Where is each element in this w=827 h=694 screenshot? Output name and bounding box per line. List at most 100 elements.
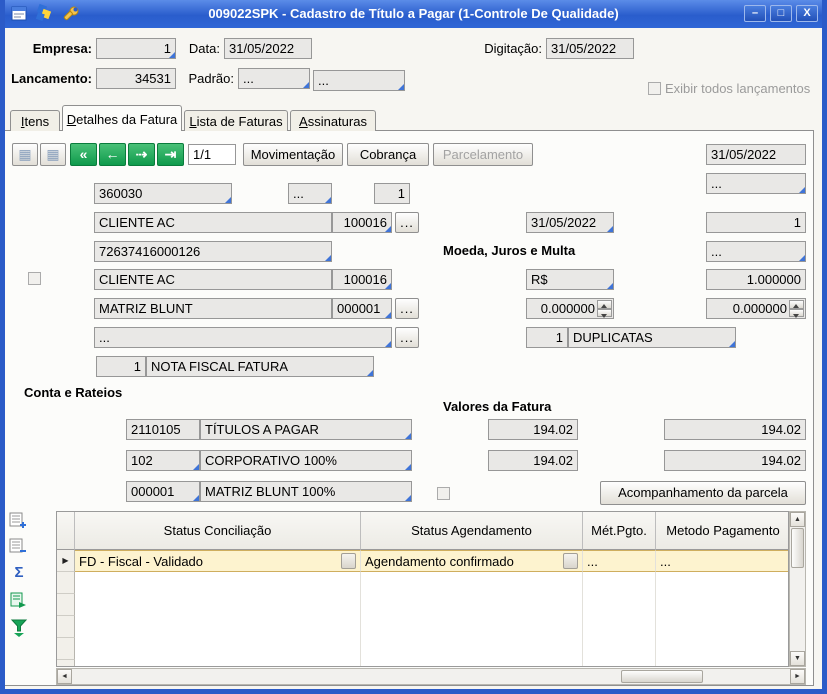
dados-arrecadacao-field[interactable]: ... <box>706 241 806 262</box>
cell-status-conciliacao[interactable]: FD - Fiscal - Validado <box>75 550 361 572</box>
grid-view-button[interactable]: ▦ <box>12 143 38 166</box>
tipo-doc-code-field[interactable]: 1 <box>526 327 568 348</box>
cnpj-field[interactable]: 72637416000126 <box>94 241 332 262</box>
last-record-button[interactable]: ⇥ <box>157 143 184 166</box>
cell-metodo-pagamento[interactable]: ... <box>656 550 789 572</box>
moeda-field[interactable]: R$ <box>526 269 614 290</box>
saldo-rs-field[interactable]: 194.02 <box>664 450 806 471</box>
horizontal-scroll-thumb[interactable] <box>621 670 703 683</box>
cambio-emissao-field[interactable]: 1.000000 <box>706 269 806 290</box>
cell-met-pgto[interactable]: ... <box>583 550 656 572</box>
sacado-field[interactable]: CLIENTE AC <box>94 269 332 290</box>
documento-lookup-button[interactable]: ... <box>395 327 419 348</box>
new-record-icon[interactable] <box>8 510 28 530</box>
dropdown-button[interactable] <box>563 553 578 569</box>
especie-serie-field[interactable]: NOTA FISCAL FATURA <box>146 356 374 377</box>
item-field[interactable]: 1 <box>374 183 410 204</box>
conta-field[interactable]: TÍTULOS A PAGAR <box>200 419 412 440</box>
serie-field[interactable]: ... <box>288 183 332 204</box>
documento-field[interactable]: ... <box>94 327 392 348</box>
empty-cell <box>656 638 789 660</box>
sacado-checkbox[interactable] <box>28 272 41 285</box>
movimentacao-button[interactable]: Movimentação <box>243 143 343 166</box>
tipo-doc-field[interactable]: DUPLICATAS <box>568 327 736 348</box>
col-status-agendamento[interactable]: Status Agendamento <box>361 512 583 550</box>
paste-record-icon[interactable] <box>8 590 28 610</box>
filial-rateio-code-field[interactable]: 000001 <box>126 481 200 502</box>
cell-status-agendamento[interactable]: Agendamento confirmado <box>361 550 583 572</box>
multa-field[interactable]: 0.000000 <box>706 298 806 319</box>
card-view-button[interactable]: ▦ <box>40 143 66 166</box>
table-row[interactable]: ▶ FD - Fiscal - Validado Agendamento con… <box>57 550 788 572</box>
padrao-field-1[interactable]: ... <box>238 68 310 89</box>
tab-assinaturas[interactable]: Assinaturas <box>290 110 376 131</box>
juros-spinner[interactable] <box>597 300 612 317</box>
exibir-todos-checkbox[interactable] <box>648 82 661 95</box>
orig-rs-field[interactable]: 194.02 <box>664 419 806 440</box>
especie-serie-code-field[interactable]: 1 <box>96 356 146 377</box>
entrada-field[interactable]: 31/05/2022 <box>526 212 614 233</box>
digitacao-label: Digitação: <box>472 41 542 57</box>
empty-cell <box>656 660 789 667</box>
vertical-scrollbar[interactable]: ▲ ▼ <box>789 511 806 667</box>
maximize-button[interactable]: □ <box>770 5 792 22</box>
sum-icon[interactable]: Σ <box>9 562 29 582</box>
saldo-field[interactable]: 194.02 <box>488 450 578 471</box>
fornecedor-code-field[interactable]: 100016 <box>332 212 392 233</box>
next-record-button[interactable]: ⇢ <box>128 143 155 166</box>
col-status-conciliacao[interactable]: Status Conciliação <box>75 512 361 550</box>
cto-custo-field[interactable]: CORPORATIVO 100% <box>200 450 412 471</box>
scroll-left-icon[interactable]: ◄ <box>57 669 72 684</box>
table-row-empty <box>57 660 788 667</box>
previous-record-button[interactable]: ← <box>99 143 126 166</box>
juros-field[interactable]: 0.000000 <box>526 298 614 319</box>
cto-custo-code-field[interactable]: 102 <box>126 450 200 471</box>
fornecedor-field[interactable]: CLIENTE AC <box>94 212 332 233</box>
fornecedor-lookup-button[interactable]: ... <box>395 212 419 233</box>
record-position-field[interactable]: 1/1 <box>188 144 236 165</box>
multa-spinner[interactable] <box>789 300 804 317</box>
col-metodo-pagamento[interactable]: Metodo Pagamento <box>656 512 789 550</box>
filial-lookup-button[interactable]: ... <box>395 298 419 319</box>
padrao-field-2[interactable]: ... <box>313 70 405 91</box>
n-parcelas-field[interactable]: 1 <box>706 212 806 233</box>
data-apuracao-field[interactable]: ... <box>706 173 806 194</box>
n-fatura-field[interactable]: 360030 <box>94 183 232 204</box>
original-field[interactable]: 194.02 <box>488 419 578 440</box>
usar-letras-checkbox[interactable] <box>437 487 450 500</box>
cobranca-button[interactable]: Cobrança <box>347 143 429 166</box>
conta-code-field[interactable]: 2110105 <box>126 419 200 440</box>
data-field[interactable]: 31/05/2022 <box>224 38 312 59</box>
horizontal-scrollbar[interactable]: ◄ ► <box>56 668 806 685</box>
copy-record-icon[interactable] <box>8 536 28 556</box>
digitacao-field[interactable]: 31/05/2022 <box>546 38 634 59</box>
form-window-icon[interactable] <box>9 4 29 24</box>
app-logo-icon[interactable] <box>34 3 54 23</box>
tab-itens[interactable]: Itens <box>10 110 60 131</box>
vertical-scroll-thumb[interactable] <box>791 528 804 568</box>
empty-cell <box>656 572 789 594</box>
scroll-down-icon[interactable]: ▼ <box>790 651 805 666</box>
tab-lista-de-faturas[interactable]: Lista de Faturas <box>184 110 288 131</box>
scroll-up-icon[interactable]: ▲ <box>790 512 805 527</box>
close-button[interactable]: X <box>796 5 818 22</box>
minimize-button[interactable]: – <box>744 5 766 22</box>
empresa-field[interactable]: 1 <box>96 38 176 59</box>
emissao-field[interactable]: 31/05/2022 <box>706 144 806 165</box>
filial-field[interactable]: MATRIZ BLUNT <box>94 298 332 319</box>
first-record-button[interactable]: « <box>70 143 97 166</box>
filial-code-field[interactable]: 000001 <box>332 298 392 319</box>
acompanhamento-parcela-button[interactable]: Acompanhamento da parcela <box>600 481 806 505</box>
filter-icon[interactable] <box>9 618 29 638</box>
wrench-icon[interactable] <box>61 4 81 24</box>
lancamento-field[interactable]: 34531 <box>96 68 176 89</box>
parcelamento-button[interactable]: Parcelamento <box>433 143 533 166</box>
valores-fatura-section: Valores da Fatura <box>443 399 551 414</box>
filial-rateio-field[interactable]: MATRIZ BLUNT 100% <box>200 481 412 502</box>
scroll-right-icon[interactable]: ► <box>790 669 805 684</box>
col-met-pgto[interactable]: Mét.Pgto. <box>583 512 656 550</box>
table-row-empty <box>57 638 788 660</box>
dropdown-button[interactable] <box>341 553 356 569</box>
sacado-code-field[interactable]: 100016 <box>332 269 392 290</box>
tab-detalhes-da-fatura[interactable]: Detalhes da Fatura <box>62 105 182 131</box>
